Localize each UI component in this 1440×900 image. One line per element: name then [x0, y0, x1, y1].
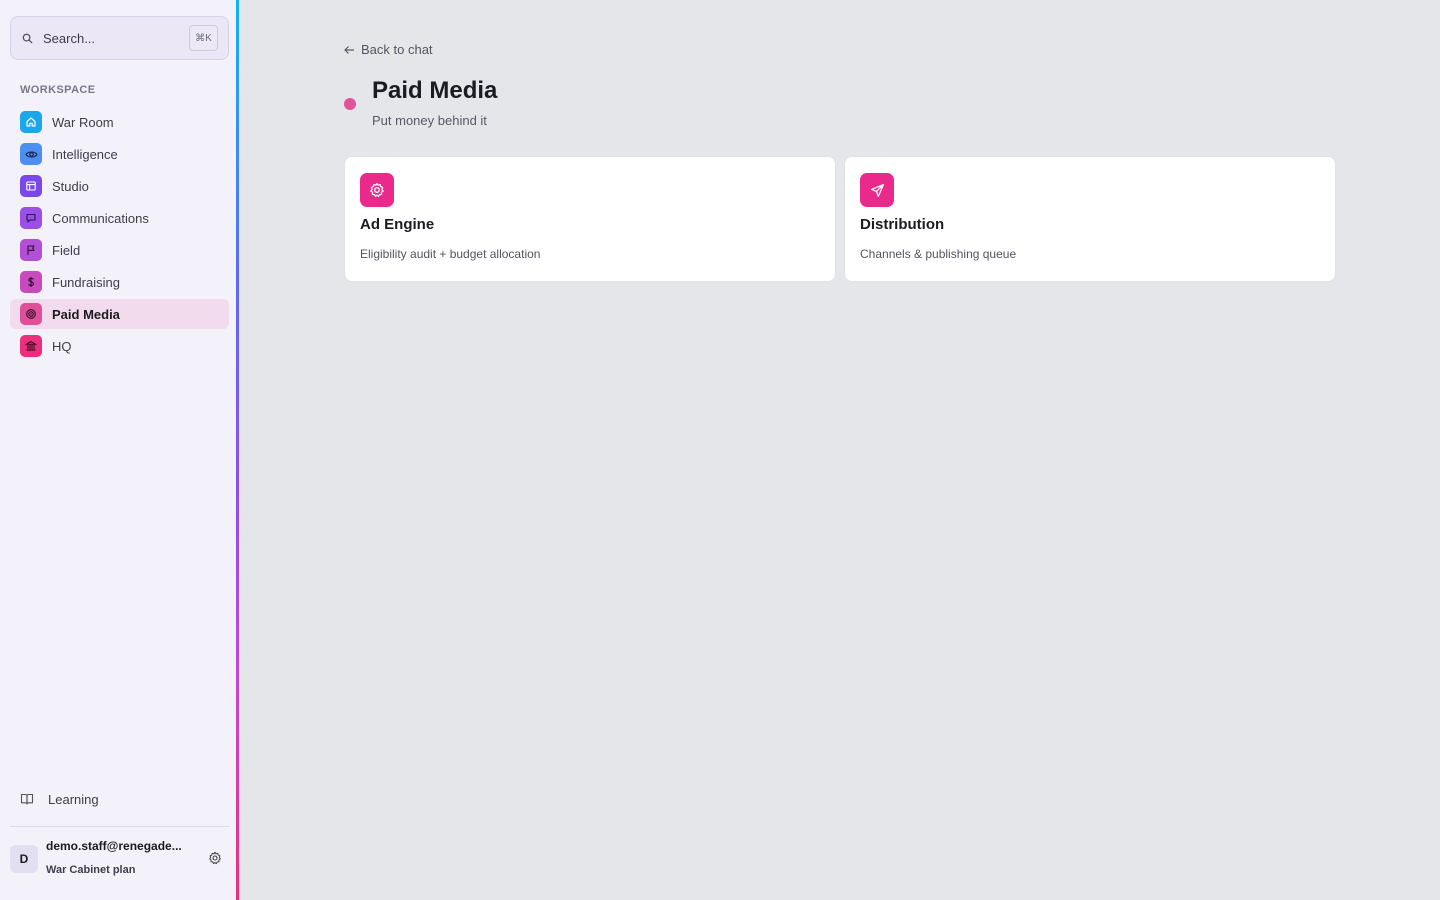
card-title: Ad Engine: [360, 216, 435, 233]
search-input[interactable]: Search...: [43, 31, 189, 46]
workspace-nav: War Room Intelligence Studio Communicati…: [10, 107, 229, 363]
book-icon: [20, 790, 38, 808]
card-description: Eligibility audit + budget allocation: [360, 247, 541, 261]
avatar[interactable]: D: [10, 845, 38, 873]
target-icon: [20, 303, 42, 325]
back-label: Back to chat: [361, 42, 433, 57]
sidebar-item-label: Communications: [52, 210, 149, 226]
sidebar-item-label: War Room: [52, 114, 114, 130]
sidebar-accent-border: [236, 0, 239, 900]
sidebar-item-label: Intelligence: [52, 146, 118, 162]
bank-icon: [20, 335, 42, 357]
user-email: demo.staff@renegade...: [46, 839, 182, 853]
sidebar-item-intelligence[interactable]: Intelligence: [10, 139, 229, 169]
page-title: Paid Media: [372, 77, 498, 104]
sidebar-divider: [10, 826, 229, 827]
eye-icon: [20, 143, 42, 165]
sidebar: Search... ⌘K WORKSPACE War Room Intellig…: [0, 0, 236, 900]
sidebar-item-hq[interactable]: HQ: [10, 331, 229, 361]
sidebar-item-field[interactable]: Field: [10, 235, 229, 265]
sidebar-item-paid-media[interactable]: Paid Media: [10, 299, 229, 329]
user-plan: War Cabinet plan: [46, 864, 136, 876]
sidebar-item-label: HQ: [52, 338, 72, 354]
search-box[interactable]: Search... ⌘K: [10, 16, 229, 60]
layout-icon: [20, 175, 42, 197]
sidebar-item-communications[interactable]: Communications: [10, 203, 229, 233]
settings-button[interactable]: [207, 851, 223, 870]
card-title: Distribution: [860, 216, 945, 233]
sidebar-item-label: Paid Media: [52, 306, 120, 322]
sidebar-item-studio[interactable]: Studio: [10, 171, 229, 201]
sidebar-item-label: Fundraising: [52, 274, 120, 290]
section-color-dot: [344, 98, 356, 110]
dollar-icon: [20, 271, 42, 293]
search-shortcut: ⌘K: [189, 25, 218, 51]
sidebar-item-fundraising[interactable]: Fundraising: [10, 267, 229, 297]
home-icon: [20, 111, 42, 133]
gear-icon: [360, 173, 394, 207]
gear-icon: [208, 851, 222, 870]
back-to-chat-link[interactable]: Back to chat: [344, 42, 433, 57]
sidebar-item-war-room[interactable]: War Room: [10, 107, 229, 137]
message-icon: [20, 207, 42, 229]
arrow-left-icon: [344, 45, 355, 55]
learning-label: Learning: [48, 791, 99, 807]
search-icon: [22, 31, 36, 45]
page-subtitle: Put money behind it: [372, 113, 487, 128]
workspace-label: WORKSPACE: [20, 84, 96, 96]
flag-icon: [20, 239, 42, 261]
card-distribution[interactable]: Distribution Channels & publishing queue: [844, 156, 1336, 282]
card-ad-engine[interactable]: Ad Engine Eligibility audit + budget all…: [344, 156, 836, 282]
send-icon: [860, 173, 894, 207]
sidebar-item-learning[interactable]: Learning: [20, 790, 99, 808]
sidebar-item-label: Field: [52, 242, 81, 258]
card-description: Channels & publishing queue: [860, 247, 1017, 261]
sidebar-item-label: Studio: [52, 178, 89, 194]
